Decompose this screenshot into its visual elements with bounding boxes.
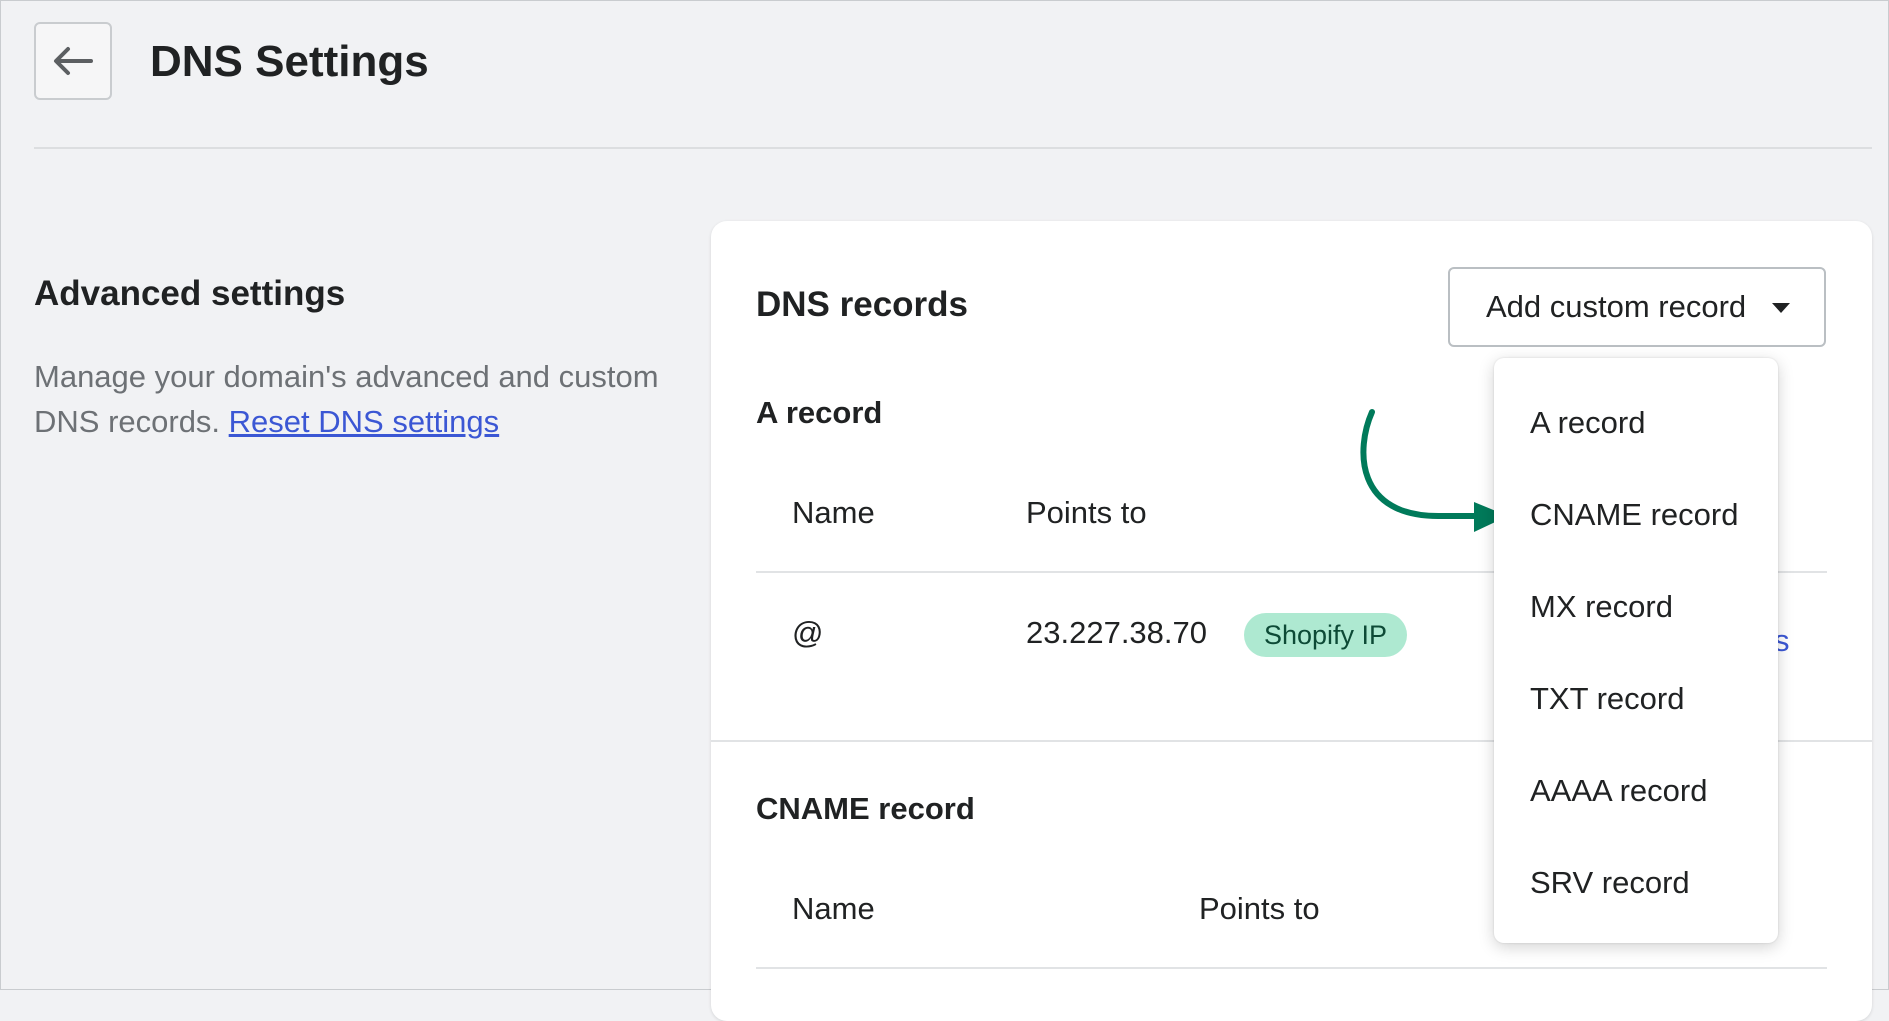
a-record-title: A record: [756, 395, 883, 430]
cname-record-col-points-to: Points to: [1199, 891, 1320, 926]
menu-item-a-record[interactable]: A record: [1530, 403, 1645, 443]
back-button[interactable]: [34, 22, 112, 100]
advanced-settings-title: Advanced settings: [34, 274, 346, 313]
a-record-name-cell: @: [792, 615, 824, 650]
shopify-ip-badge: Shopify IP: [1244, 613, 1408, 657]
cname-record-col-name: Name: [792, 891, 875, 926]
a-record-col-points-to: Points to: [1026, 495, 1147, 530]
arrow-left-icon: [54, 47, 93, 75]
a-record-points-to-cell: 23.227.38.70: [1026, 615, 1208, 650]
dns-records-title: DNS records: [756, 285, 969, 324]
reset-dns-settings-link[interactable]: Reset DNS settings: [229, 404, 500, 439]
add-custom-record-button[interactable]: Add custom record: [1448, 267, 1826, 347]
caret-down-icon: [1772, 303, 1791, 313]
annotation-arrow-icon: [1360, 409, 1508, 532]
menu-item-srv-record[interactable]: SRV record: [1530, 863, 1690, 903]
page-title: DNS Settings: [150, 37, 429, 86]
add-record-dropdown: A record CNAME record MX record TXT reco…: [1494, 358, 1778, 943]
a-record-col-name: Name: [792, 495, 875, 530]
cname-record-header-divider: [756, 967, 1827, 969]
menu-item-aaaa-record[interactable]: AAAA record: [1530, 771, 1707, 811]
add-custom-record-label: Add custom record: [1486, 289, 1747, 324]
header-divider: [34, 147, 1872, 149]
cname-record-title: CNAME record: [756, 791, 975, 826]
menu-item-txt-record[interactable]: TXT record: [1530, 679, 1684, 719]
advanced-settings-description: Manage your domain's advanced and custom…: [34, 354, 674, 444]
menu-item-mx-record[interactable]: MX record: [1530, 587, 1673, 627]
menu-item-cname-record[interactable]: CNAME record: [1530, 495, 1738, 535]
